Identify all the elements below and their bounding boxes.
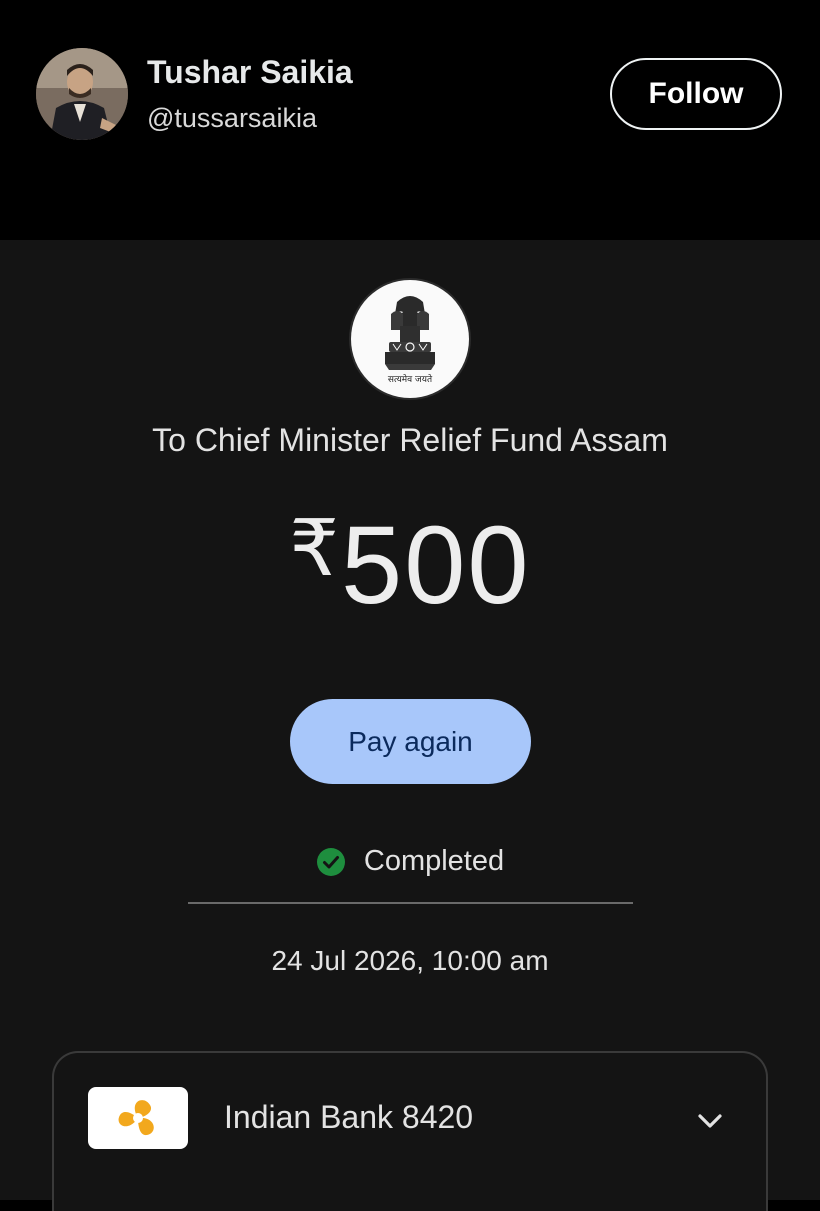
currency-symbol: ₹ (289, 504, 340, 592)
emblem-motto: सत्यमेव जयते (387, 375, 433, 385)
follow-button[interactable]: Follow (610, 58, 782, 130)
amount-value: 500 (341, 504, 531, 627)
divider (188, 902, 633, 904)
bank-account-name: Indian Bank 8420 (224, 1099, 474, 1135)
avatar[interactable] (36, 48, 128, 140)
payment-status: Completed (0, 845, 820, 878)
state-emblem-icon: सत्यमेव जयते (351, 280, 469, 398)
user-handle[interactable]: @tussarsaikia (147, 103, 317, 134)
payment-receipt-card: सत्यमेव जयते To Chief Minister Relief Fu… (0, 240, 820, 1211)
avatar-photo (36, 48, 128, 140)
payment-amount: ₹500 (0, 502, 820, 629)
status-label: Completed (363, 845, 505, 877)
indian-bank-logo-icon (88, 1087, 188, 1149)
pay-again-button[interactable]: Pay again (290, 699, 531, 784)
chevron-down-icon[interactable] (692, 1103, 728, 1139)
transaction-datetime: 24 Jul 2026, 10:00 am (271, 945, 549, 976)
check-circle-icon (316, 847, 345, 876)
payment-account-row[interactable]: Indian Bank 8420 (52, 1051, 768, 1211)
payee-name: To Chief Minister Relief Fund Assam (152, 422, 668, 458)
tweet-header: Tushar Saikia @tussarsaikia Follow (0, 0, 820, 240)
bank-logo-graphic (118, 1100, 154, 1136)
user-name[interactable]: Tushar Saikia (147, 54, 353, 91)
